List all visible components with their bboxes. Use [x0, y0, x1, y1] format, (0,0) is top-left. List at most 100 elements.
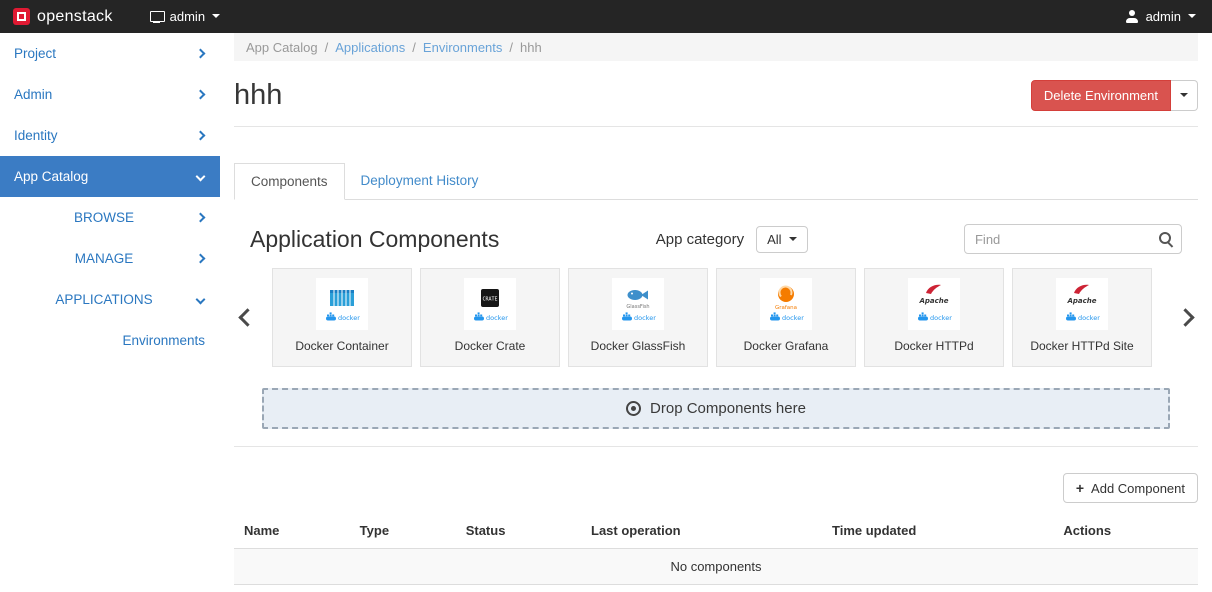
sidebar-item-applications[interactable]: APPLICATIONS [0, 279, 220, 320]
app-category-dropdown[interactable]: All [756, 226, 807, 253]
svg-text:Apache: Apache [1066, 297, 1096, 305]
table-row: No components [234, 549, 1198, 585]
dropzone-label: Drop Components here [650, 400, 806, 417]
component-card-docker-glassfish[interactable]: GlassFish Docker GlassFish [568, 268, 708, 367]
component-card-label: Docker GlassFish [591, 339, 686, 353]
chevron-right-icon [196, 213, 206, 223]
breadcrumb: App Catalog / Applications / Environment… [234, 33, 1198, 61]
chevron-down-icon [196, 172, 206, 182]
docker-glassfish-icon: GlassFish [612, 278, 664, 330]
chevron-right-icon [196, 90, 206, 100]
domain-switcher-label: admin [170, 9, 205, 24]
col-header-time-updated: Time updated [822, 513, 1053, 549]
col-header-status: Status [456, 513, 581, 549]
component-card-label: Docker Container [295, 339, 388, 353]
sidebar-item-label: BROWSE [74, 210, 134, 225]
section-divider [234, 446, 1198, 447]
sidebar-item-app-catalog[interactable]: App Catalog [0, 156, 220, 197]
docker-crate-icon: CRATE [464, 278, 516, 330]
tab-bar: Components Deployment History [234, 163, 1198, 200]
chevron-right-icon [1176, 308, 1194, 326]
col-header-name: Name [234, 513, 350, 549]
breadcrumb-environments[interactable]: Environments [423, 40, 502, 55]
sidebar-item-browse[interactable]: BROWSE [0, 197, 220, 238]
delete-environment-button-group: Delete Environment [1031, 80, 1198, 111]
component-card-docker-httpd-site[interactable]: Apache Docker HTTPd Site [1012, 268, 1152, 367]
search-input[interactable] [964, 224, 1182, 254]
app-category-label: App category [656, 231, 744, 248]
docker-container-icon [316, 278, 368, 330]
component-card-label: Docker HTTPd Site [1030, 339, 1133, 353]
sidebar-item-label: APPLICATIONS [55, 292, 152, 307]
chevron-left-icon [238, 308, 256, 326]
sidebar-item-admin[interactable]: Admin [0, 74, 220, 115]
delete-environment-dropdown-toggle[interactable] [1171, 80, 1198, 111]
add-component-label: Add Component [1091, 481, 1185, 496]
openstack-logo-icon [13, 8, 30, 25]
breadcrumb-separator: / [325, 40, 329, 55]
svg-text:Grafana: Grafana [775, 305, 797, 311]
breadcrumb-app-catalog: App Catalog [246, 40, 318, 55]
component-card-docker-httpd[interactable]: Apache Docker HTTPd [864, 268, 1004, 367]
svg-text:Apache: Apache [918, 297, 948, 305]
app-category-selected: All [767, 232, 781, 247]
component-cards: Docker Container CRATE Docker Crate [260, 268, 1172, 367]
docker-grafana-icon: Grafana [760, 278, 812, 330]
sidebar-item-label: Identity [14, 128, 58, 143]
col-header-last-operation: Last operation [581, 513, 822, 549]
col-header-type: Type [350, 513, 456, 549]
domain-switcher-dropdown[interactable]: admin [138, 9, 232, 24]
sidebar-item-label: Environments [122, 333, 205, 348]
component-card-label: Docker Crate [455, 339, 526, 353]
drop-components-zone[interactable]: Drop Components here [262, 388, 1170, 429]
delete-environment-button[interactable]: Delete Environment [1031, 80, 1171, 111]
page-title: hhh [234, 79, 282, 112]
plus-icon: + [1076, 480, 1084, 496]
carousel-next-button[interactable] [1172, 311, 1198, 324]
docker-httpd-site-icon: Apache [1056, 278, 1108, 330]
component-card-label: Docker HTTPd [894, 339, 973, 353]
breadcrumb-current: hhh [520, 40, 542, 55]
svg-text:CRATE: CRATE [482, 297, 497, 303]
user-menu-dropdown[interactable]: admin [1110, 9, 1212, 24]
title-divider [234, 126, 1198, 127]
breadcrumb-applications[interactable]: Applications [335, 40, 405, 55]
tab-components[interactable]: Components [234, 163, 345, 200]
caret-down-icon [789, 237, 797, 245]
search-button[interactable] [1151, 225, 1181, 253]
components-table: Name Type Status Last operation Time upd… [234, 513, 1198, 585]
carousel-prev-button[interactable] [234, 311, 260, 324]
sidebar-item-environments[interactable]: Environments [0, 320, 220, 361]
monitor-icon [150, 11, 163, 23]
sidebar: Project Admin Identity App Catalog BROWS… [0, 33, 220, 592]
docker-httpd-icon: Apache [908, 278, 960, 330]
col-header-actions: Actions [1053, 513, 1198, 549]
empty-table-message: No components [234, 549, 1198, 585]
svg-text:GlassFish: GlassFish [626, 304, 649, 310]
tab-deployment-history[interactable]: Deployment History [345, 163, 495, 200]
sidebar-item-label: Admin [14, 87, 52, 102]
topbar: openstack admin admin [0, 0, 1212, 33]
application-components-heading: Application Components [250, 226, 499, 253]
sidebar-item-label: App Catalog [14, 169, 88, 184]
component-card-docker-crate[interactable]: CRATE Docker Crate [420, 268, 560, 367]
add-component-button[interactable]: + Add Component [1063, 473, 1198, 503]
component-card-label: Docker Grafana [744, 339, 829, 353]
caret-down-icon [212, 14, 220, 22]
brand-text: openstack [37, 8, 113, 26]
bullseye-icon [626, 401, 641, 416]
chevron-down-icon [196, 295, 206, 305]
sidebar-item-project[interactable]: Project [0, 33, 220, 74]
component-card-docker-container[interactable]: Docker Container [272, 268, 412, 367]
components-carousel: Docker Container CRATE Docker Crate [234, 268, 1198, 367]
breadcrumb-separator: / [412, 40, 416, 55]
sidebar-item-identity[interactable]: Identity [0, 115, 220, 156]
chevron-right-icon [196, 131, 206, 141]
chevron-right-icon [196, 49, 206, 59]
sidebar-item-manage[interactable]: MANAGE [0, 238, 220, 279]
sidebar-item-label: MANAGE [75, 251, 134, 266]
chevron-right-icon [196, 254, 206, 264]
component-card-docker-grafana[interactable]: Grafana Docker Grafana [716, 268, 856, 367]
openstack-brand[interactable]: openstack [0, 8, 126, 26]
main-content: App Catalog / Applications / Environment… [220, 33, 1212, 592]
